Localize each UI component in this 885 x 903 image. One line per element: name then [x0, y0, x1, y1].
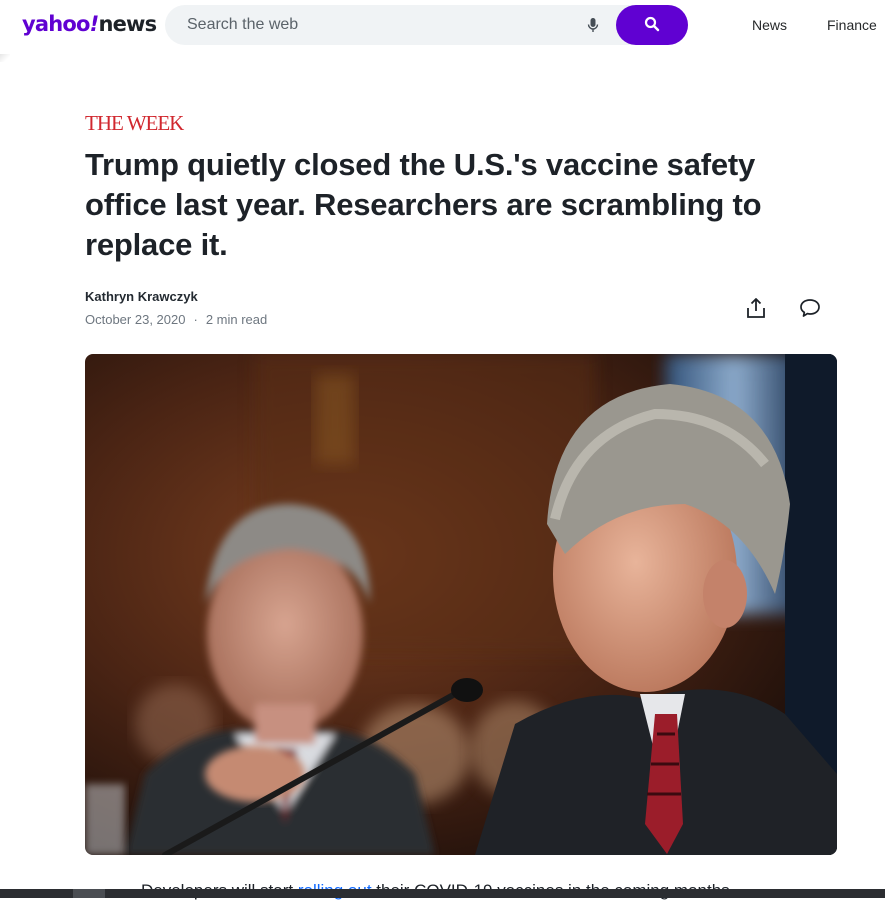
search-button[interactable] — [616, 5, 688, 45]
article-meta: October 23, 2020 · 2 min read — [85, 311, 267, 329]
share-icon — [745, 297, 767, 324]
logo-news: news — [98, 12, 157, 36]
read-time: 2 min read — [205, 312, 268, 327]
top-header: yahoo!news News Finance — [0, 0, 885, 54]
author-name[interactable]: Kathryn Krawczyk — [85, 288, 198, 306]
search-icon — [644, 16, 660, 35]
publish-date: October 23, 2020 — [85, 312, 186, 327]
search-bar — [165, 5, 688, 45]
nav-finance[interactable]: Finance — [827, 16, 877, 34]
article-headline: Trump quietly closed the U.S.'s vaccine … — [85, 147, 762, 262]
scroll-thumb[interactable] — [73, 889, 105, 898]
search-input[interactable] — [187, 5, 567, 45]
share-button[interactable] — [743, 297, 769, 323]
meta-separator: · — [193, 312, 198, 327]
nav-news[interactable]: News — [752, 16, 787, 34]
comment-icon — [799, 297, 821, 324]
header-shadow — [0, 54, 10, 62]
article-hero-image — [85, 354, 837, 855]
comment-button[interactable] — [797, 297, 823, 323]
bottom-scrollbar[interactable] — [0, 889, 885, 898]
publisher-logo[interactable]: THE WEEK — [85, 111, 184, 135]
yahoo-news-logo[interactable]: yahoo!news — [22, 10, 157, 38]
microphone-icon[interactable] — [585, 17, 601, 33]
logo-yahoo: yahoo — [22, 12, 90, 36]
